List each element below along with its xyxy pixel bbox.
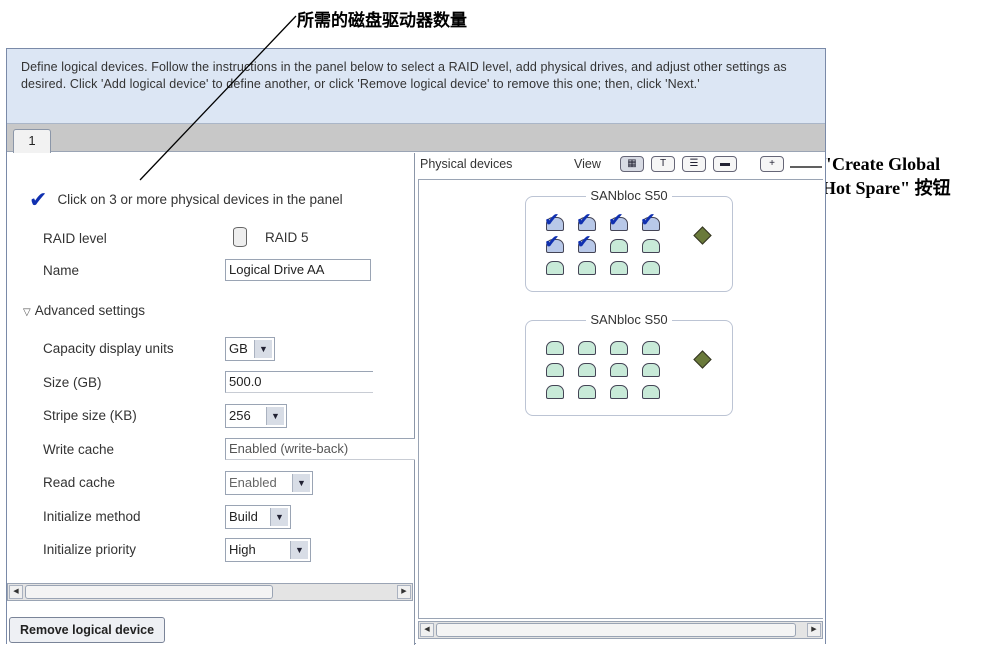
initialize-priority-label: Initialize priority (43, 542, 137, 557)
disk-icon[interactable] (578, 385, 596, 399)
selected-disk-icon[interactable] (576, 231, 596, 254)
enclosure-name: SANbloc S50 (586, 312, 672, 327)
write-cache-label: Write cache (43, 442, 115, 457)
list-view-icon[interactable]: ☰ (682, 156, 706, 172)
disk-icon[interactable] (610, 261, 628, 275)
disk-icon[interactable] (642, 341, 660, 355)
enclosure-view-icon[interactable]: ▦ (620, 156, 644, 172)
annotation-required-drive-count: 所需的磁盘驱动器数量 (297, 11, 467, 31)
enclosure-1[interactable]: SANbloc S50 (525, 312, 733, 416)
disk-icon[interactable] (546, 363, 564, 377)
enclosure-name: SANbloc S50 (586, 188, 672, 203)
dropdown-arrow-icon: ▼ (266, 407, 284, 425)
annotation-create-global-hot-spare: "Create Global Hot Spare" 按钮 (822, 152, 1006, 200)
raid-level-label: RAID level (43, 231, 107, 246)
selected-disk-icon[interactable] (608, 209, 628, 232)
dropdown-arrow-icon: ▼ (290, 541, 308, 559)
disk-icon[interactable] (578, 341, 596, 355)
scroll-right-icon[interactable]: ▶ (807, 623, 821, 637)
logical-device-settings-panel: ✔ Click on 3 or more physical devices in … (7, 153, 415, 645)
scroll-left-icon[interactable]: ◀ (9, 585, 23, 599)
disk-icon[interactable] (610, 385, 628, 399)
disk-icon[interactable] (610, 363, 628, 377)
size-input[interactable]: 500.0 (225, 371, 373, 393)
initialize-priority-select[interactable]: High ▼ (225, 538, 311, 562)
read-cache-label: Read cache (43, 475, 116, 490)
instructions-text: Define logical devices. Follow the instr… (7, 49, 825, 124)
text-view-icon[interactable]: T (651, 156, 675, 172)
disk-icon[interactable] (546, 261, 564, 275)
controller-icon (693, 226, 712, 245)
disk-icon[interactable] (642, 363, 660, 377)
logical-device-wizard: Define logical devices. Follow the instr… (6, 48, 826, 645)
initialize-priority-value: High (229, 542, 256, 557)
disk-icon[interactable] (642, 239, 660, 253)
enclosure-0[interactable]: SANbloc S50 (525, 188, 733, 292)
selected-disk-icon[interactable] (640, 209, 660, 232)
disk-icon[interactable] (610, 239, 628, 253)
initialize-method-select[interactable]: Build ▼ (225, 505, 291, 529)
disk-icon[interactable] (578, 363, 596, 377)
checkmark-icon: ✔ (29, 187, 48, 212)
scroll-thumb[interactable] (25, 585, 273, 599)
size-label: Size (GB) (43, 375, 102, 390)
view-label: View (574, 157, 601, 171)
selected-disk-icon[interactable] (544, 231, 564, 254)
capacity-units-label: Capacity display units (43, 341, 174, 356)
capacity-units-value: GB (229, 341, 248, 356)
physical-devices-panel: Physical devices View ▦ T ☰ ▬ + SANbloc … (416, 153, 825, 645)
tab-logical-device-1[interactable]: 1 (13, 129, 51, 153)
physical-devices-header: Physical devices View ▦ T ☰ ▬ + (416, 153, 825, 177)
read-cache-value: Enabled (229, 475, 277, 490)
raid-disk-icon (233, 227, 247, 247)
name-input[interactable]: Logical Drive AA (225, 259, 371, 281)
drive-selection-prompt: ✔ Click on 3 or more physical devices in … (29, 187, 343, 213)
remove-logical-device-button[interactable]: Remove logical device (9, 617, 166, 643)
stripe-size-select[interactable]: 256 ▼ (225, 404, 287, 428)
advanced-settings-toggle[interactable]: ▽ Advanced settings (23, 303, 145, 318)
scroll-thumb[interactable] (436, 623, 796, 637)
annotation-line-1: "Create Global (822, 154, 941, 174)
disk-icon[interactable] (546, 385, 564, 399)
initialize-method-value: Build (229, 509, 258, 524)
name-label: Name (43, 263, 80, 278)
selected-disk-icon[interactable] (576, 209, 596, 232)
controller-icon (693, 350, 712, 369)
plus-icon: + (769, 158, 775, 169)
raid-level-value[interactable]: RAID 5 (265, 230, 309, 245)
read-cache-select[interactable]: Enabled ▼ (225, 471, 313, 495)
dropdown-arrow-icon: ▼ (254, 340, 272, 358)
stripe-size-label: Stripe size (KB) (43, 408, 137, 423)
prompt-text: Click on 3 or more physical devices in t… (57, 192, 343, 207)
disk-icon[interactable] (642, 385, 660, 399)
disk-icon[interactable] (610, 341, 628, 355)
scroll-right-icon[interactable]: ▶ (397, 585, 411, 599)
size-view-icon[interactable]: ▬ (713, 156, 737, 172)
scroll-left-icon[interactable]: ◀ (420, 623, 434, 637)
annotation-line-2: Hot Spare" 按钮 (822, 178, 951, 198)
triangle-down-icon: ▽ (23, 307, 31, 318)
physical-devices-view: SANbloc S50 SANbloc S50 (418, 179, 823, 619)
dropdown-arrow-icon: ▼ (270, 508, 288, 526)
capacity-units-select[interactable]: GB ▼ (225, 337, 275, 361)
left-horizontal-scrollbar[interactable]: ◀ ▶ (7, 583, 413, 601)
dropdown-arrow-icon: ▼ (292, 474, 310, 492)
stripe-size-value: 256 (229, 408, 251, 423)
disk-icon[interactable] (578, 261, 596, 275)
initialize-method-label: Initialize method (43, 509, 141, 524)
tab-bar: 1 (7, 124, 825, 153)
advanced-settings-label: Advanced settings (34, 303, 146, 318)
disk-icon[interactable] (546, 341, 564, 355)
selected-disk-icon[interactable] (544, 209, 564, 232)
disk-icon[interactable] (642, 261, 660, 275)
physical-devices-title: Physical devices (420, 157, 513, 171)
write-cache-field[interactable]: Enabled (write-back) (225, 438, 415, 460)
right-horizontal-scrollbar[interactable]: ◀ ▶ (418, 621, 823, 639)
create-global-hot-spare-button[interactable]: + (760, 156, 784, 172)
